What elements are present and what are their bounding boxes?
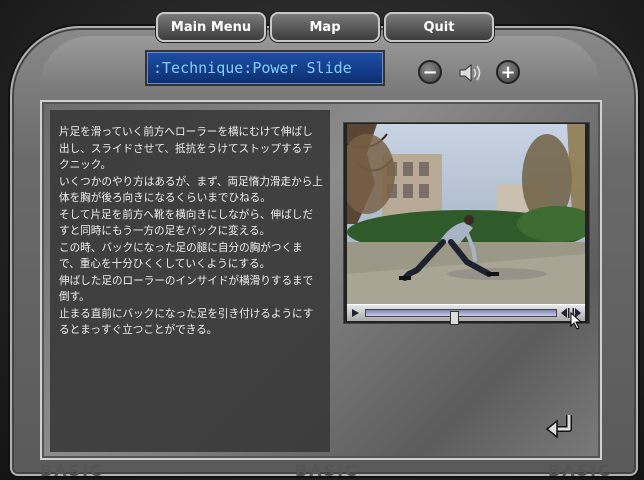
main-menu-button[interactable]: Main Menu: [156, 12, 266, 42]
description-paragraph: この時、バックになった足の腿に自分の胸がつくまで、重心を十分ひくくしていくように…: [59, 241, 303, 271]
mouse-cursor-icon: [570, 312, 583, 330]
description-paragraph: いくつかのやり方はあるが、まず、両足惰力滑走から上体を胸が後ろ向きになるくらいま…: [59, 175, 323, 205]
background-basic-text: BASIC: [40, 461, 104, 480]
description-paragraph: 止まる直前にバックになった足を引き付けるようにするとまっすぐ立つことができる。: [59, 307, 314, 337]
video-timeline[interactable]: [365, 309, 557, 325]
volume-down-button[interactable]: −: [418, 60, 442, 84]
background-basic-text: BASIC: [295, 461, 359, 480]
volume-up-button[interactable]: +: [496, 60, 520, 84]
map-button[interactable]: Map: [270, 12, 380, 42]
return-icon[interactable]: [545, 412, 577, 442]
background-basic-text: BASIC: [548, 461, 612, 480]
speaker-icon: [459, 63, 481, 83]
description-paragraph: 片足を滑っていく前方へローラーを横にむけて伸ばし出し、スライドさせて、抵抗をうけ…: [59, 126, 313, 171]
play-icon[interactable]: [350, 308, 360, 318]
technique-title: :Technique:Power Slide: [145, 50, 385, 86]
timeline-thumb[interactable]: [450, 311, 459, 325]
step-back-icon[interactable]: [559, 307, 570, 319]
description-paragraph: そして片足を前方へ靴を横向きにしながら、伸ばしだすと同時にもう一方の足をバックに…: [59, 208, 313, 238]
technique-description: 片足を滑っていく前方へローラーを横にむけて伸ばし出し、スライドさせて、抵抗をうけ…: [59, 124, 323, 339]
video-player[interactable]: [347, 124, 585, 304]
video-controls: [347, 304, 585, 325]
description-paragraph: 伸ばした足のローラーのインサイドが横滑りするまで倒す。: [59, 274, 314, 304]
quit-button[interactable]: Quit: [384, 12, 494, 42]
